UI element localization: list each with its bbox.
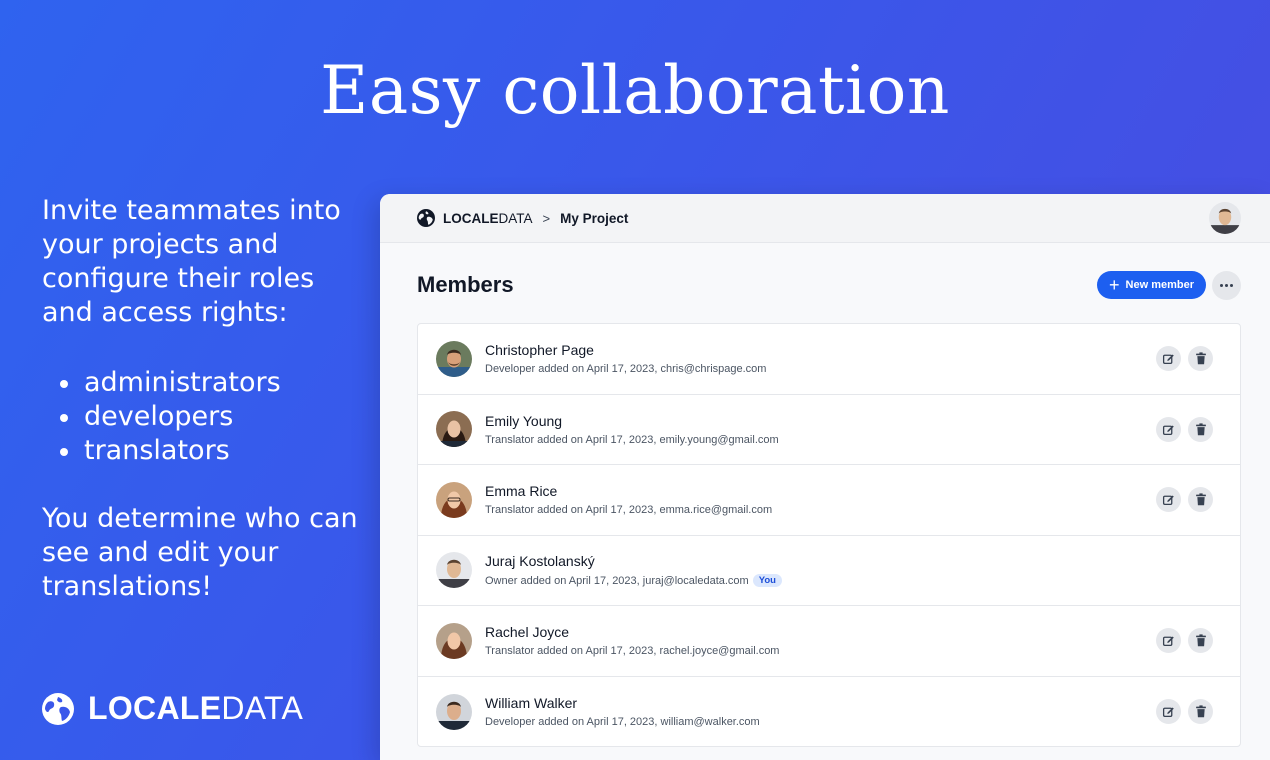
member-name: Christopher Page	[485, 342, 594, 359]
member-avatar	[436, 693, 472, 730]
member-row: Rachel Joyce Translator added on April 1…	[418, 606, 1240, 677]
member-details: Developer added on April 17, 2023, chris…	[485, 363, 767, 376]
member-avatar	[436, 411, 472, 448]
role-item: administrators	[60, 366, 362, 400]
member-row: Emma Rice Translator added on April 17, …	[418, 465, 1240, 536]
member-details: Translator added on April 17, 2023, emma…	[485, 504, 773, 517]
delete-button[interactable]	[1188, 346, 1213, 371]
member-avatar	[436, 340, 472, 377]
marketing-copy: Invite teammates into your projects and …	[42, 194, 362, 604]
role-item: translators	[60, 434, 362, 468]
delete-button[interactable]	[1188, 487, 1213, 512]
edit-button[interactable]	[1156, 487, 1181, 512]
breadcrumb: LOCALEDATA > My Project	[417, 209, 628, 227]
breadcrumb-project-link[interactable]: My Project	[560, 211, 628, 226]
delete-button[interactable]	[1188, 698, 1213, 724]
roles-list: administrators developers translators	[60, 366, 362, 468]
new-member-button[interactable]: + New member	[1097, 271, 1206, 299]
brand-logo: LOCALEDATA	[42, 690, 303, 727]
edit-icon	[1162, 424, 1174, 435]
trash-icon	[1195, 704, 1206, 717]
ellipsis-icon	[1220, 284, 1223, 287]
headline: Easy collaboration	[320, 52, 950, 129]
edit-icon	[1162, 495, 1174, 506]
globe-icon	[417, 209, 435, 227]
members-list: Christopher Page Developer added on Apri…	[417, 323, 1241, 747]
delete-button[interactable]	[1188, 416, 1213, 442]
user-avatar[interactable]	[1209, 202, 1241, 234]
trash-icon	[1195, 493, 1206, 506]
ellipsis-icon	[1225, 284, 1228, 287]
globe-icon	[42, 692, 74, 725]
plus-icon: +	[1109, 275, 1120, 295]
new-member-label: New member	[1125, 279, 1194, 291]
member-details: Translator added on April 17, 2023, rach…	[485, 645, 780, 658]
trash-icon	[1195, 634, 1206, 647]
role-item: developers	[60, 400, 362, 434]
member-row: William Walker Developer added on April …	[418, 677, 1240, 747]
members-header: Members + New member	[417, 270, 1241, 300]
member-details: Owner added on April 17, 2023, juraj@loc…	[485, 574, 749, 587]
member-details: Developer added on April 17, 2023, willi…	[485, 716, 760, 729]
top-bar: LOCALEDATA > My Project	[380, 194, 1270, 243]
member-row: Juraj Kostolanský Owner added on April 1…	[418, 536, 1240, 606]
trash-icon	[1195, 422, 1206, 435]
chevron-right-icon: >	[542, 210, 551, 226]
member-row: Emily Young Translator added on April 17…	[418, 395, 1240, 465]
edit-icon	[1162, 636, 1174, 647]
member-row: Christopher Page Developer added on Apri…	[418, 324, 1240, 395]
member-name: Juraj Kostolanský	[485, 553, 595, 570]
member-details: Translator added on April 17, 2023, emil…	[485, 433, 779, 446]
edit-icon	[1162, 706, 1174, 717]
delete-button[interactable]	[1188, 628, 1213, 653]
edit-button[interactable]	[1156, 416, 1181, 442]
you-badge: You	[752, 574, 782, 588]
edit-button[interactable]	[1156, 346, 1181, 371]
intro-text: Invite teammates into your projects and …	[42, 195, 341, 328]
member-avatar	[436, 481, 472, 518]
member-avatar	[436, 552, 472, 589]
brand-wordmark: LOCALEDATA	[88, 690, 304, 726]
edit-button[interactable]	[1156, 698, 1181, 724]
member-name: Emma Rice	[485, 483, 558, 500]
edit-icon	[1162, 354, 1174, 365]
member-avatar	[436, 622, 472, 659]
trash-icon	[1195, 352, 1206, 365]
page-title: Members	[417, 272, 514, 297]
edit-button[interactable]	[1156, 628, 1181, 653]
breadcrumb-home-link[interactable]: LOCALEDATA	[443, 211, 533, 226]
member-name: Rachel Joyce	[485, 624, 570, 641]
more-options-button[interactable]	[1212, 271, 1241, 300]
ellipsis-icon	[1230, 284, 1233, 287]
member-name: William Walker	[485, 695, 578, 712]
app-window: LOCALEDATA > My Project Members + New me…	[380, 194, 1270, 760]
closing-text: You determine who can see and edit your …	[42, 503, 358, 602]
member-name: Emily Young	[485, 412, 563, 429]
